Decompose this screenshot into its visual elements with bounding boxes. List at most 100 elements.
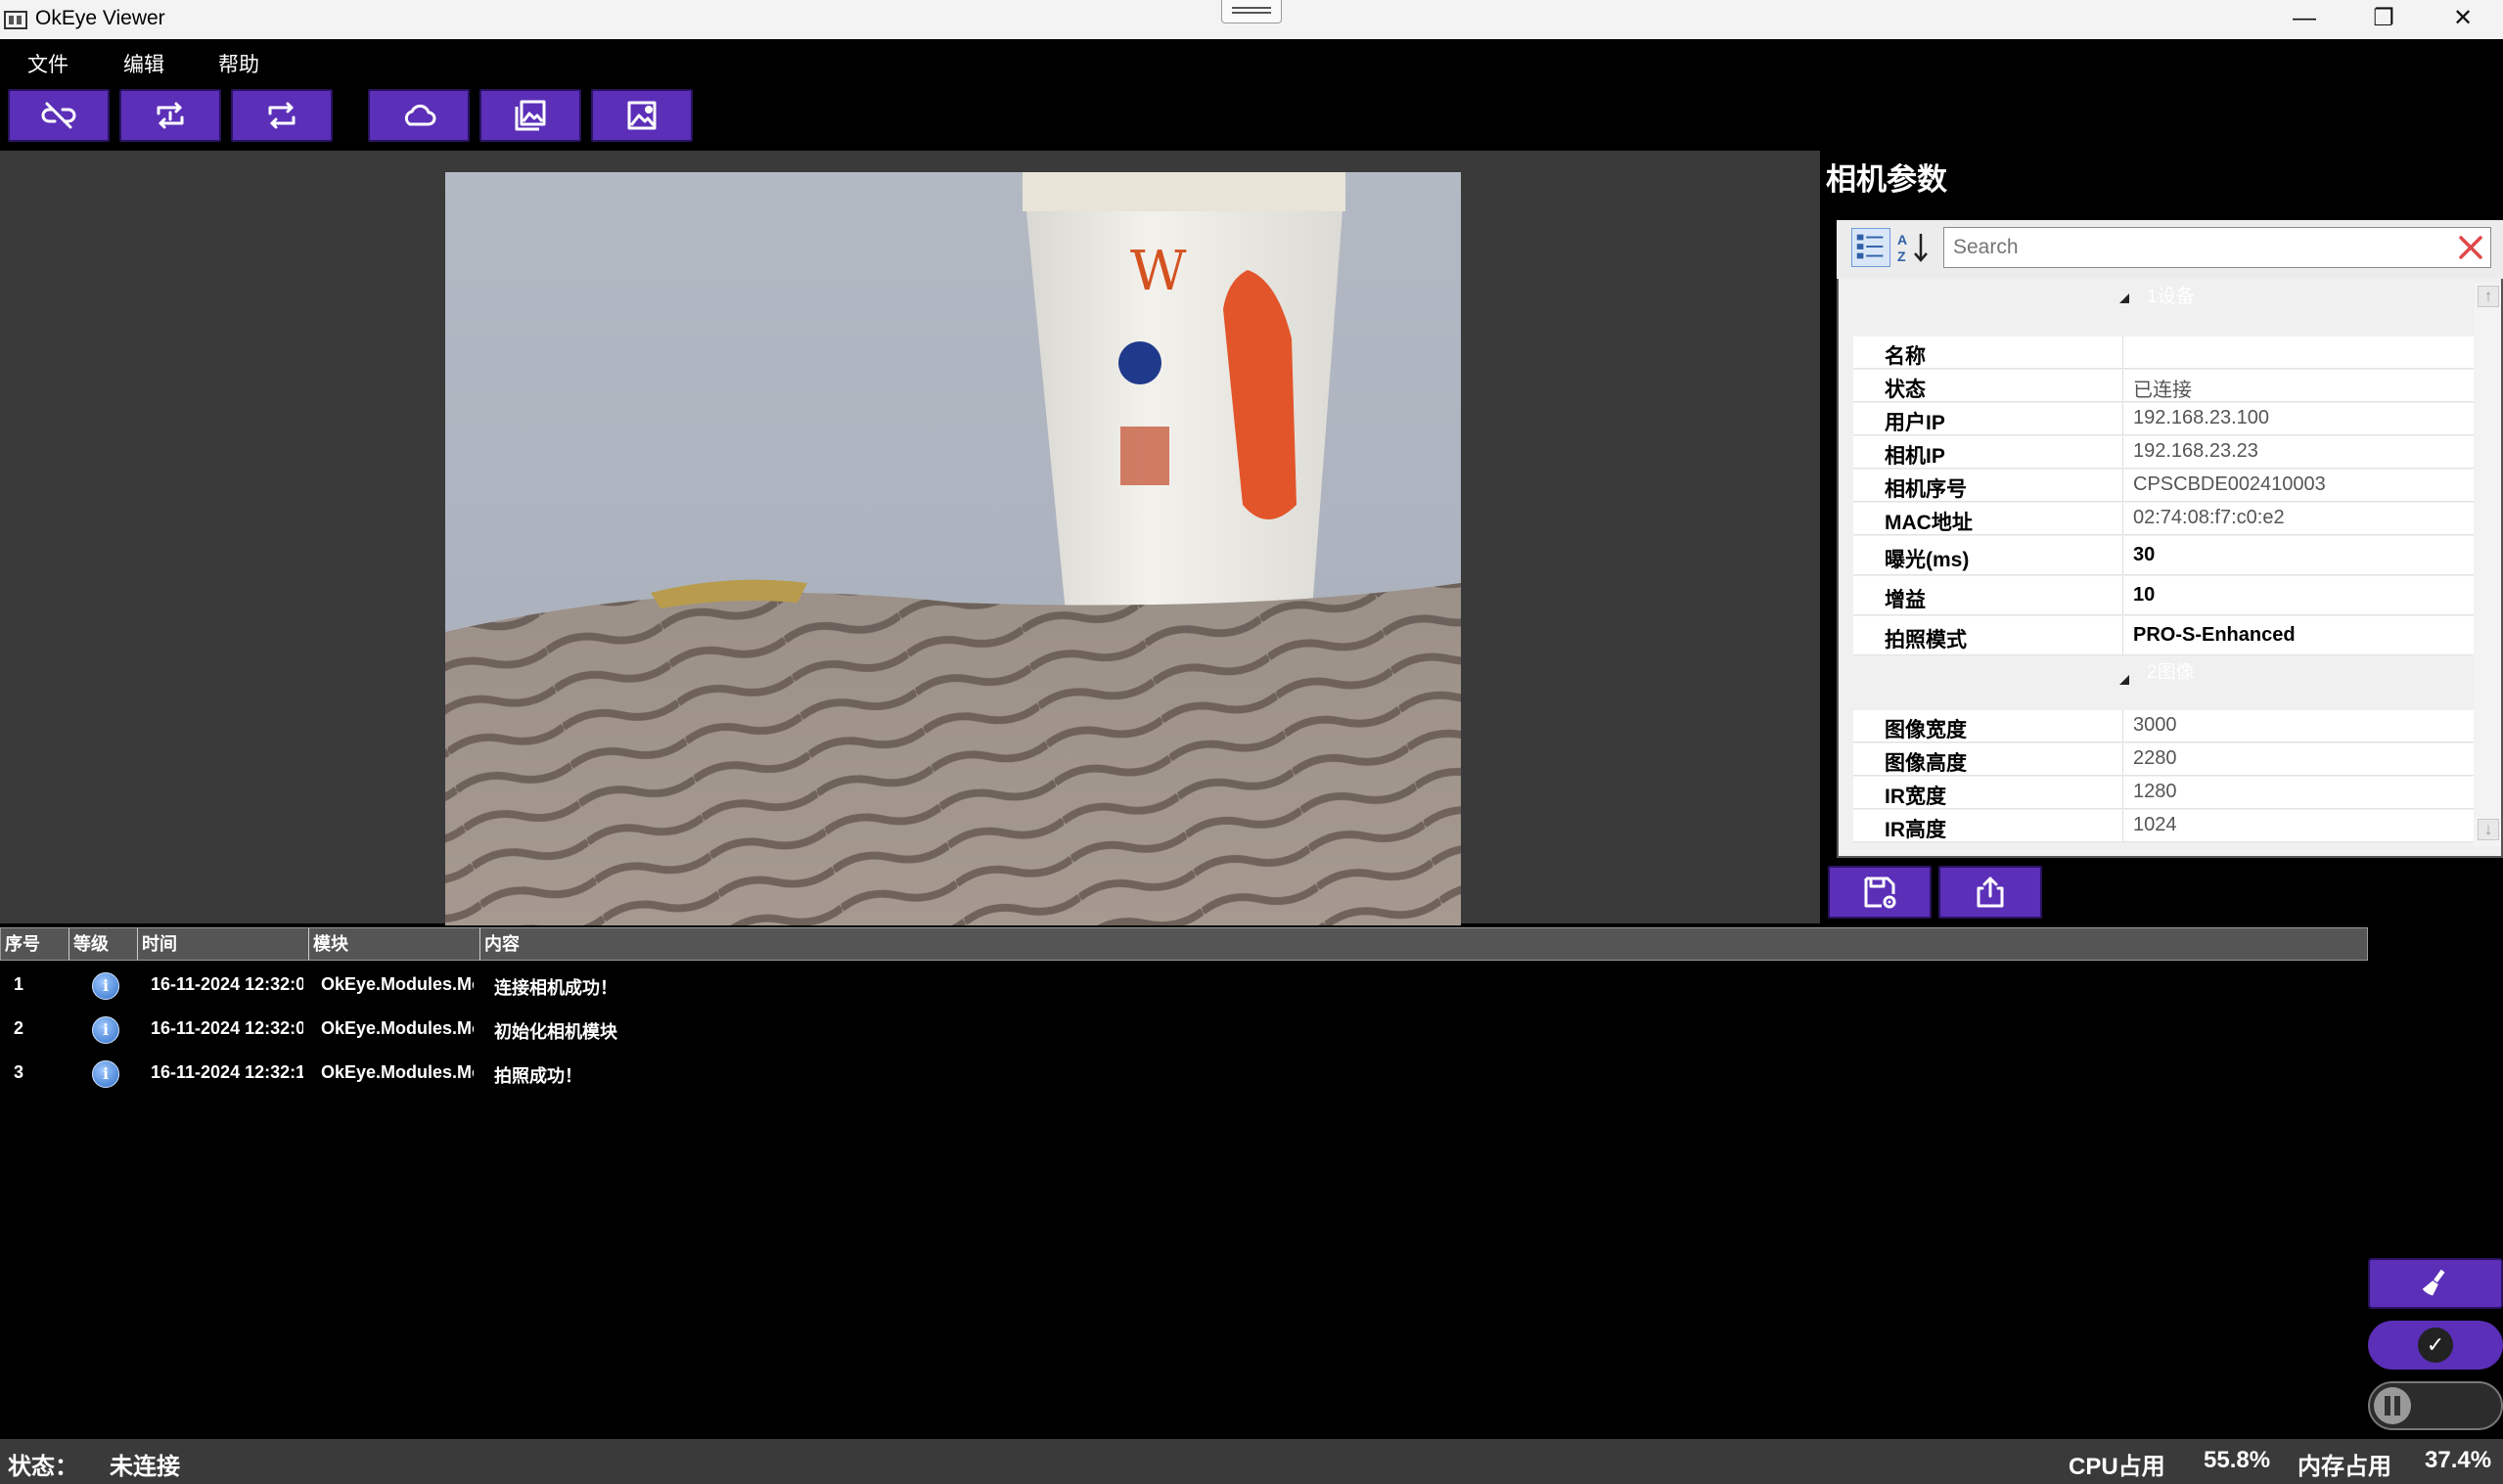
property-name: MAC地址: [1885, 512, 1973, 534]
memory-label: 内存占用: [2298, 1454, 2391, 1480]
log-time: 16-11-2024 12:32:0: [151, 974, 303, 994]
log-index: 3: [14, 1062, 24, 1082]
log-row[interactable]: 2 i 16-11-2024 12:32:0 OkEye.Modules.Mo …: [0, 1007, 2368, 1050]
scroll-down-icon[interactable]: ↓: [2478, 819, 2499, 840]
exposure-value[interactable]: 30: [2122, 536, 2472, 574]
category-device[interactable]: 1设备: [1853, 282, 2474, 333]
single-capture-icon: [157, 102, 184, 129]
category-image[interactable]: 2图像: [1853, 657, 2474, 708]
info-icon: i: [92, 972, 119, 1000]
collapse-arrow-icon[interactable]: [2119, 293, 2129, 303]
connection-status: 未连接: [110, 1454, 180, 1480]
export-icon: [1977, 877, 2004, 908]
log-time: 16-11-2024 12:32:0: [151, 1018, 303, 1038]
property-name: IR高度: [1885, 819, 1946, 841]
restore-button[interactable]: ❐: [2344, 0, 2423, 39]
property-row[interactable]: 用户IP 192.168.23.100: [1853, 403, 2474, 435]
property-row[interactable]: IR高度 1024: [1853, 810, 2474, 842]
menu-file[interactable]: 文件: [27, 49, 68, 78]
cloud-button[interactable]: [368, 89, 470, 142]
svg-text:Z: Z: [1897, 248, 1906, 264]
cpu-value: 55.8%: [2204, 1447, 2271, 1473]
log-row[interactable]: 3 i 16-11-2024 12:32:1 OkEye.Modules.Mo …: [0, 1051, 2368, 1094]
property-row[interactable]: 状态 已连接: [1853, 370, 2474, 402]
category-label: 2图像: [2147, 662, 2195, 683]
property-name: 图像宽度: [1885, 719, 1967, 742]
log-module: OkEye.Modules.Mo: [321, 1018, 474, 1038]
menu-edit[interactable]: 编辑: [123, 49, 164, 78]
property-row[interactable]: 名称: [1853, 337, 2474, 369]
categorized-view-icon[interactable]: [1851, 228, 1890, 267]
collapse-arrow-icon[interactable]: [2119, 675, 2129, 685]
auto-scroll-toggle[interactable]: ✓: [2368, 1321, 2503, 1370]
property-name: 曝光(ms): [1885, 549, 1970, 571]
log-time: 16-11-2024 12:32:1: [151, 1062, 303, 1082]
column-header-level[interactable]: 等级: [69, 928, 138, 960]
continuous-capture-icon: [268, 102, 296, 129]
log-table-header: 序号 等级 时间 模块 内容: [0, 927, 2368, 961]
cpu-label: CPU占用: [2069, 1454, 2165, 1480]
clear-log-button[interactable]: [2368, 1258, 2503, 1309]
log-content: 拍照成功！: [494, 1066, 582, 1086]
property-row[interactable]: 图像高度 2280: [1853, 743, 2474, 776]
capture-mode-value[interactable]: PRO-S-Enhanced: [2122, 616, 2472, 654]
minimize-button[interactable]: —: [2265, 0, 2344, 39]
property-name: 图像高度: [1885, 752, 1967, 775]
property-value: 已连接: [2122, 370, 2472, 401]
disconnect-button[interactable]: [8, 89, 110, 142]
property-row[interactable]: 图像宽度 3000: [1853, 710, 2474, 742]
panel-title: 相机参数: [1826, 162, 1947, 197]
column-header-time[interactable]: 时间: [138, 928, 309, 960]
close-button[interactable]: ✕: [2424, 0, 2502, 39]
property-value: 192.168.23.100: [2122, 403, 2472, 434]
image-button[interactable]: [591, 89, 693, 142]
property-value: [2122, 337, 2472, 368]
scroll-up-icon[interactable]: ↑: [2478, 286, 2499, 307]
property-row[interactable]: 相机IP 192.168.23.23: [1853, 436, 2474, 469]
search-input[interactable]: [1951, 233, 2440, 262]
property-row[interactable]: 增益 10: [1853, 576, 2474, 615]
property-grid-scrollbar[interactable]: ↑ ↓: [2474, 284, 2501, 846]
save-settings-icon: [1864, 877, 1896, 909]
property-value: 2280: [2122, 743, 2472, 775]
column-header-index[interactable]: 序号: [1, 928, 69, 960]
camera-image: W: [445, 172, 1461, 925]
clear-search-icon[interactable]: [2456, 233, 2485, 262]
column-header-module[interactable]: 模块: [309, 928, 480, 960]
broom-icon: [2422, 1269, 2445, 1296]
disconnect-icon: [41, 102, 76, 129]
property-name: 状态: [1885, 379, 1926, 401]
single-capture-button[interactable]: [119, 89, 221, 142]
log-module: OkEye.Modules.Mo: [321, 974, 474, 994]
property-row[interactable]: 拍照模式 PRO-S-Enhanced: [1853, 616, 2474, 655]
property-row[interactable]: IR宽度 1280: [1853, 777, 2474, 809]
drag-handle[interactable]: [1221, 0, 1282, 23]
export-button[interactable]: [1938, 866, 2042, 919]
log-row[interactable]: 1 i 16-11-2024 12:32:0 OkEye.Modules.Mo …: [0, 963, 2368, 1006]
gallery-button[interactable]: [479, 89, 581, 142]
pause-toggle[interactable]: [2368, 1381, 2503, 1430]
property-value: 1280: [2122, 777, 2472, 808]
svg-text:A: A: [1897, 232, 1907, 247]
property-row[interactable]: 相机序号 CPSCBDE002410003: [1853, 470, 2474, 502]
save-settings-button[interactable]: [1828, 866, 1932, 919]
property-value: CPSCBDE002410003: [2122, 470, 2472, 501]
property-name: IR宽度: [1885, 786, 1946, 808]
log-content: 初始化相机模块: [494, 1022, 617, 1042]
property-row[interactable]: MAC地址 02:74:08:f7:c0:e2: [1853, 503, 2474, 535]
property-value: 1024: [2122, 810, 2472, 841]
check-icon: ✓: [2418, 1327, 2453, 1363]
gain-value[interactable]: 10: [2122, 576, 2472, 614]
property-value: 02:74:08:f7:c0:e2: [2122, 503, 2472, 534]
property-row[interactable]: 曝光(ms) 30: [1853, 536, 2474, 575]
cloud-icon: [404, 104, 436, 126]
continuous-capture-button[interactable]: [231, 89, 333, 142]
property-value: 192.168.23.23: [2122, 436, 2472, 468]
menu-help[interactable]: 帮助: [218, 49, 259, 78]
log-content: 连接相机成功！: [494, 978, 617, 998]
category-label: 1设备: [2147, 287, 2195, 307]
sort-alphabetical-icon[interactable]: AZ: [1894, 228, 1934, 267]
column-header-content[interactable]: 内容: [480, 928, 2367, 960]
property-name: 名称: [1885, 345, 1926, 368]
gallery-icon: [515, 100, 546, 131]
